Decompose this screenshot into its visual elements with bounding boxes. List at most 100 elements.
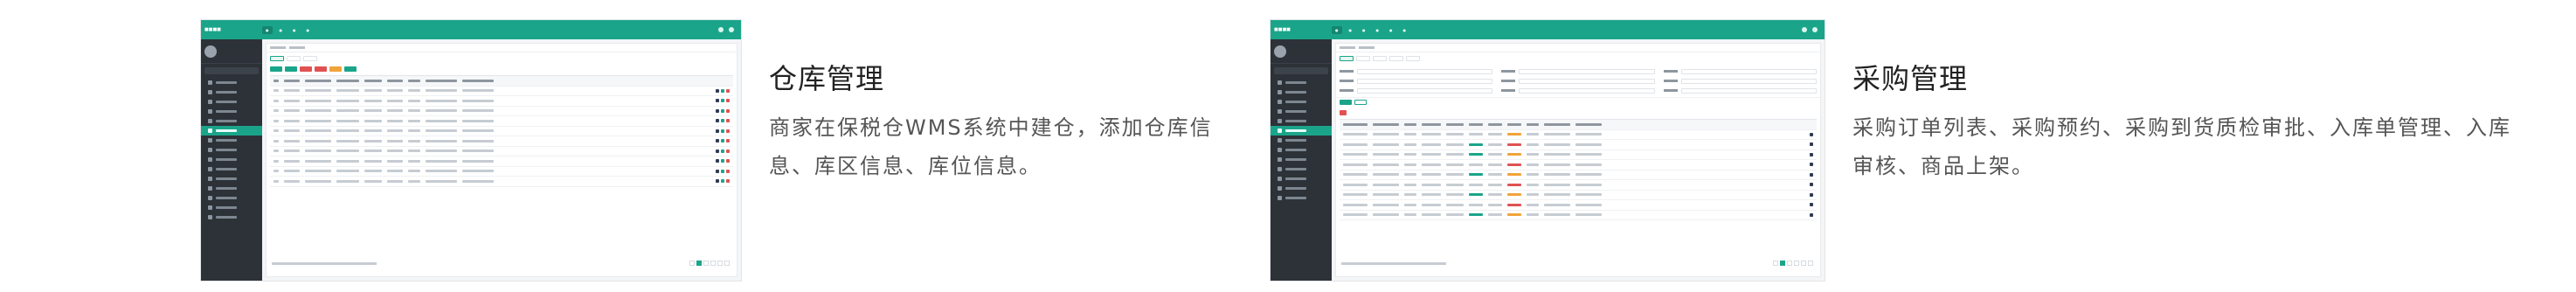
table-row[interactable]: [1340, 140, 1817, 150]
bell-icon[interactable]: [1802, 27, 1807, 32]
top-nav-tab[interactable]: ●: [1400, 26, 1410, 34]
sidebar-item[interactable]: [1271, 193, 1332, 203]
table-row[interactable]: [270, 96, 733, 107]
sidebar-item[interactable]: [201, 107, 262, 116]
sidebar-item[interactable]: [201, 174, 262, 184]
page-button[interactable]: [1773, 261, 1778, 266]
sidebar-item[interactable]: [1271, 136, 1332, 145]
sidebar-item[interactable]: [1271, 184, 1332, 193]
sidebar-item[interactable]: [201, 97, 262, 107]
sidebar-item[interactable]: [1271, 164, 1332, 174]
tab[interactable]: [1389, 56, 1403, 61]
top-nav-tab[interactable]: ●: [303, 26, 314, 34]
export-button[interactable]: [344, 66, 357, 72]
filter-field[interactable]: [1501, 78, 1655, 84]
delete-button[interactable]: [300, 66, 312, 72]
top-nav-tab[interactable]: ●: [262, 25, 273, 34]
table-row[interactable]: [270, 156, 733, 167]
top-nav-tab[interactable]: ●: [1386, 26, 1396, 34]
sidebar-item[interactable]: [1271, 87, 1332, 97]
action-button[interactable]: [329, 66, 342, 72]
table-row[interactable]: [1340, 191, 1817, 200]
table-row[interactable]: [1340, 170, 1817, 180]
user-icon[interactable]: [729, 27, 734, 32]
top-nav-tab[interactable]: ●: [1359, 26, 1369, 34]
sidebar-item[interactable]: [201, 193, 262, 203]
sidebar-item-active[interactable]: [1271, 126, 1332, 136]
sidebar-item[interactable]: [201, 212, 262, 222]
table-row[interactable]: [1340, 180, 1817, 191]
sidebar-item[interactable]: [1271, 174, 1332, 184]
top-nav-tab[interactable]: ●: [289, 26, 300, 34]
sidebar-item[interactable]: [201, 203, 262, 212]
sidebar-item[interactable]: [201, 78, 262, 87]
table-row[interactable]: [270, 107, 733, 116]
filter-field[interactable]: [1501, 87, 1655, 94]
sidebar-item[interactable]: [201, 184, 262, 193]
table-row[interactable]: [1340, 130, 1817, 140]
page-button[interactable]: [724, 261, 730, 266]
sidebar-item[interactable]: [1271, 107, 1332, 116]
tab[interactable]: [270, 56, 284, 61]
page-button[interactable]: [1801, 261, 1806, 266]
tab[interactable]: [1356, 56, 1370, 61]
sidebar-item[interactable]: [1271, 145, 1332, 155]
edit-button[interactable]: [285, 66, 297, 72]
add-button[interactable]: [270, 66, 282, 72]
table-row[interactable]: [270, 87, 733, 96]
sidebar-item[interactable]: [1271, 97, 1332, 107]
sidebar-item[interactable]: [201, 164, 262, 174]
sidebar-item[interactable]: [1271, 116, 1332, 126]
table-row[interactable]: [270, 136, 733, 147]
table-row[interactable]: [1340, 211, 1817, 220]
top-nav-tab[interactable]: ●: [1373, 26, 1383, 34]
sidebar-item[interactable]: [1271, 78, 1332, 87]
filter-field[interactable]: [1340, 78, 1493, 84]
filter-field[interactable]: [1340, 87, 1493, 94]
table-row[interactable]: [1340, 200, 1817, 211]
user-icon[interactable]: [1812, 27, 1818, 32]
reset-button[interactable]: [1354, 100, 1367, 105]
filter-field[interactable]: [1663, 68, 1817, 74]
page-button[interactable]: [689, 261, 695, 266]
sidebar-item[interactable]: [201, 136, 262, 145]
sidebar-item-active[interactable]: [201, 126, 262, 136]
filter-field[interactable]: [1501, 68, 1655, 74]
top-nav-tab[interactable]: ●: [276, 26, 287, 34]
tab[interactable]: [1406, 56, 1420, 61]
tab[interactable]: [1373, 56, 1387, 61]
filter-field[interactable]: [1663, 78, 1817, 84]
filter-field[interactable]: [1340, 68, 1493, 74]
table-row[interactable]: [270, 177, 733, 187]
page-button[interactable]: [1787, 261, 1792, 266]
table-row[interactable]: [1340, 150, 1817, 160]
sidebar-item[interactable]: [201, 155, 262, 164]
sidebar-item[interactable]: [201, 145, 262, 155]
sidebar-item[interactable]: [1271, 155, 1332, 164]
page-button[interactable]: [703, 261, 709, 266]
tab[interactable]: [287, 56, 301, 61]
filter-field[interactable]: [1663, 87, 1817, 94]
sidebar-item[interactable]: [201, 116, 262, 126]
tab[interactable]: [1340, 56, 1354, 61]
page-button[interactable]: [710, 261, 716, 266]
page-button[interactable]: [717, 261, 723, 266]
action-button[interactable]: [315, 66, 327, 72]
page-button[interactable]: [1808, 261, 1813, 266]
page-button[interactable]: [1780, 261, 1785, 266]
top-nav-tab[interactable]: ●: [1346, 26, 1356, 34]
table-row[interactable]: [270, 116, 733, 127]
table-row[interactable]: [1340, 160, 1817, 170]
top-nav-tab[interactable]: ●: [1332, 25, 1342, 34]
tab[interactable]: [303, 56, 317, 61]
table-row[interactable]: [270, 147, 733, 156]
sidebar-search[interactable]: [204, 67, 259, 74]
bell-icon[interactable]: [718, 27, 724, 32]
table-row[interactable]: [270, 167, 733, 177]
sidebar-item[interactable]: [201, 87, 262, 97]
page-button[interactable]: [696, 261, 702, 266]
sidebar-search[interactable]: [1274, 67, 1328, 74]
page-button[interactable]: [1794, 261, 1799, 266]
table-row[interactable]: [270, 127, 733, 136]
search-button[interactable]: [1340, 100, 1352, 105]
